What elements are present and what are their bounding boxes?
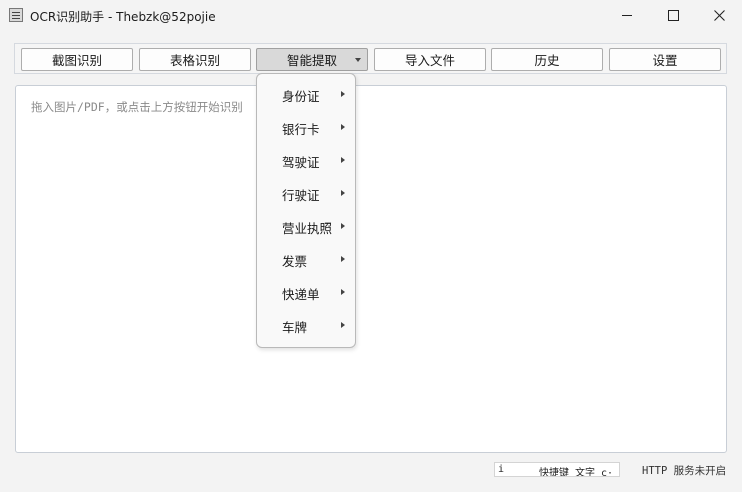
submenu-arrow-icon [341,289,345,295]
import-file-button[interactable]: 导入文件 [374,48,486,71]
menu-item-bank-card[interactable]: 银行卡 [257,114,355,142]
submenu-arrow-icon [341,157,345,163]
submenu-arrow-icon [341,124,345,130]
submenu-arrow-icon [341,91,345,97]
history-button[interactable]: 历史 [491,48,603,71]
menu-item-business-license[interactable]: 营业执照 [257,213,355,241]
smart-extract-menu: 身份证 银行卡 驾驶证 行驶证 营业执照 发票 快递单 车牌 [256,73,356,348]
close-button[interactable] [696,0,742,31]
menu-item-label: 快递单 [282,286,320,302]
menu-item-label: 驾驶证 [282,154,320,170]
submenu-arrow-icon [341,223,345,229]
minimize-icon [622,15,632,16]
title-bar: OCR识别助手 - Thebzk@52pojie [0,0,742,31]
app-icon [9,8,23,22]
maximize-button[interactable] [650,0,696,31]
dropdown-arrow-icon [355,58,361,62]
maximize-icon [667,10,679,21]
menu-item-driver-license[interactable]: 驾驶证 [257,147,355,175]
menu-item-vehicle-license[interactable]: 行驶证 [257,180,355,208]
menu-item-label: 银行卡 [282,121,320,137]
submenu-arrow-icon [341,322,345,328]
smart-extract-label: 智能提取 [286,53,337,68]
minimize-button[interactable] [604,0,650,31]
drop-placeholder: 拖入图片/PDF，或点击上方按钮开始识别 [31,100,243,114]
http-service-status: HTTP 服务未开启 [642,465,727,477]
smart-extract-button[interactable]: 智能提取 [256,48,368,71]
menu-item-invoice[interactable]: 发票 [257,246,355,274]
menu-item-express-waybill[interactable]: 快递单 [257,279,355,307]
menu-item-label: 车牌 [282,319,308,335]
menu-item-license-plate[interactable]: 车牌 [257,312,355,340]
menu-item-label: 发票 [282,253,308,269]
window-title: OCR识别助手 - Thebzk@52pojie [30,10,216,24]
close-icon [713,10,725,21]
menu-item-label: 营业执照 [282,220,333,236]
menu-item-label: 身份证 [282,88,320,104]
hotkey-field-value: i [498,464,505,475]
hotkey-field[interactable]: i 快捷键 文字 c· [494,462,620,477]
menu-item-label: 行驶证 [282,187,320,203]
submenu-arrow-icon [341,190,345,196]
menu-item-id-card[interactable]: 身份证 [257,81,355,109]
hotkey-field-hint: 快捷键 文字 c· [539,468,614,477]
table-ocr-button[interactable]: 表格识别 [139,48,251,71]
submenu-arrow-icon [341,256,345,262]
result-text-area[interactable]: 拖入图片/PDF，或点击上方按钮开始识别 [15,85,727,453]
screenshot-ocr-button[interactable]: 截图识别 [21,48,133,71]
settings-button[interactable]: 设置 [609,48,721,71]
